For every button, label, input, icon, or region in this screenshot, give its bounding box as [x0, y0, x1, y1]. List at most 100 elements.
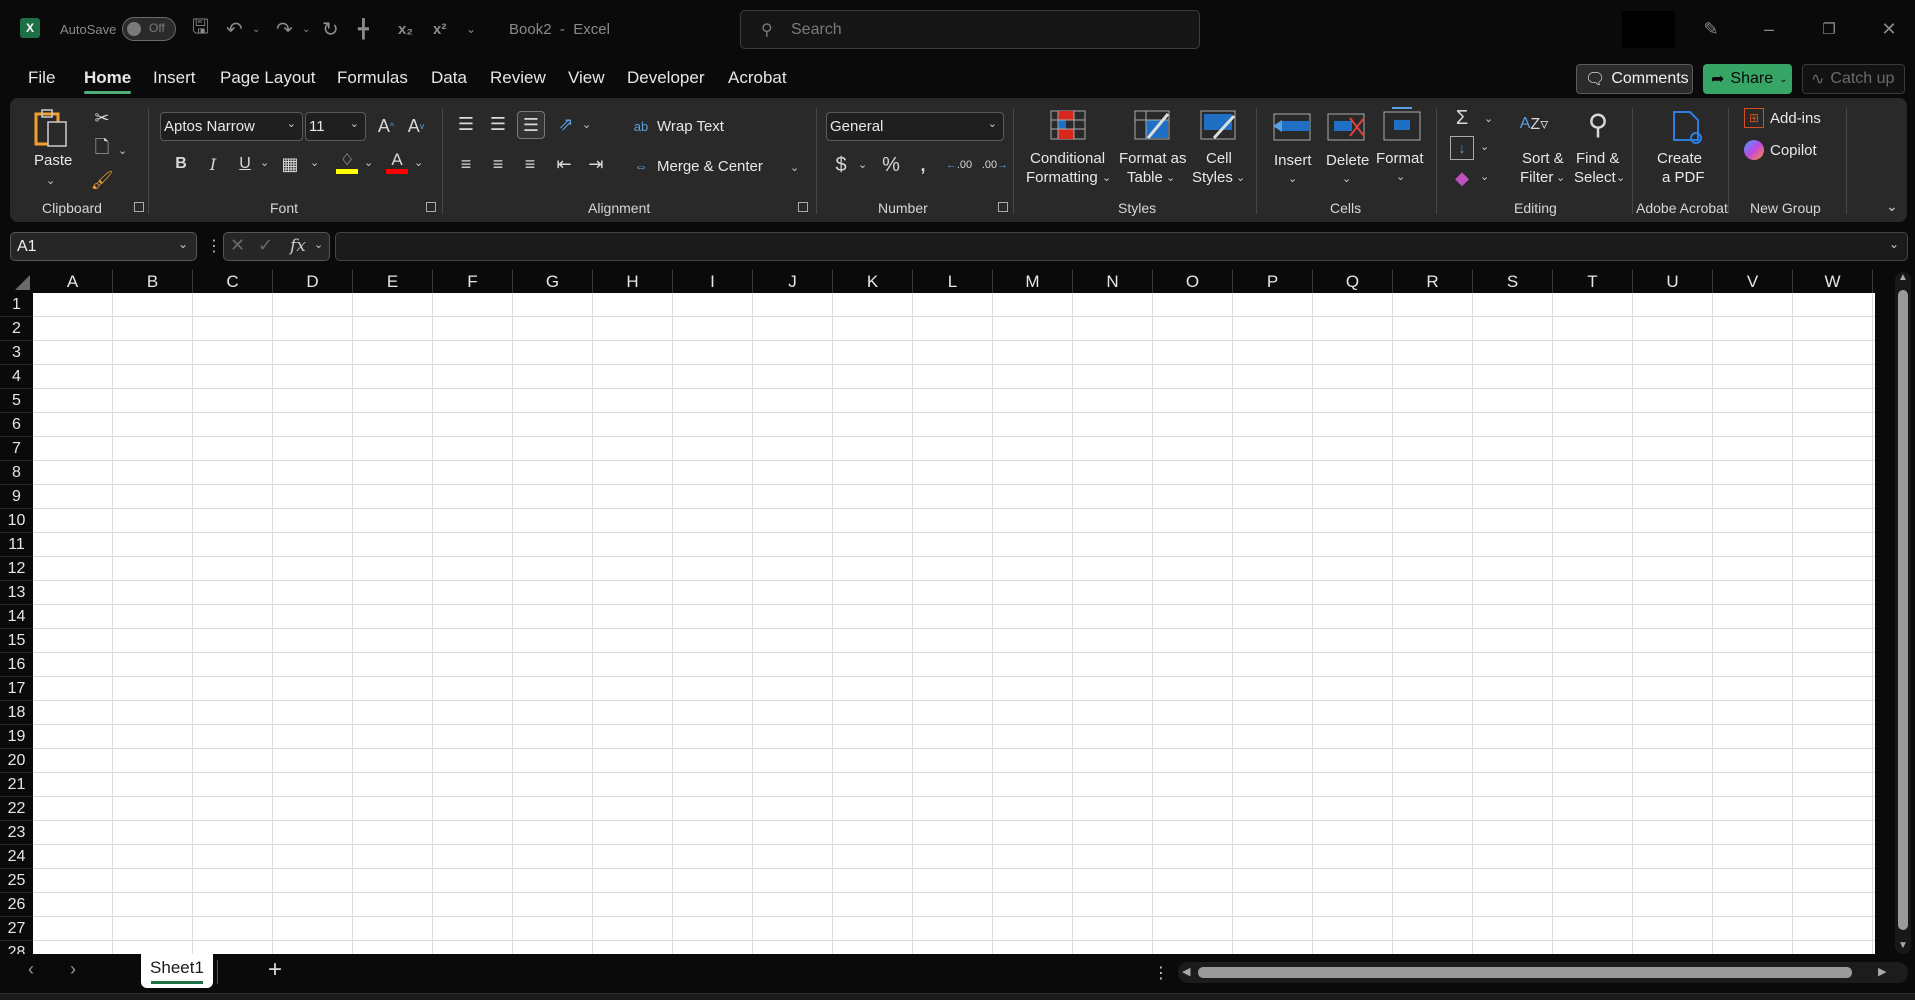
row-header[interactable]: 6: [0, 413, 33, 437]
font-color-dropdown-icon[interactable]: ⌄: [414, 156, 423, 169]
next-sheet-icon[interactable]: ›: [70, 959, 76, 980]
horizontal-scroll-thumb[interactable]: [1198, 967, 1852, 978]
decrease-decimal-icon[interactable]: .00 →: [982, 152, 1008, 178]
row-header[interactable]: 14: [0, 605, 33, 629]
fill-color-icon[interactable]: ♢: [336, 150, 358, 174]
column-header[interactable]: O: [1153, 270, 1233, 293]
find-select-line2[interactable]: Select: [1574, 169, 1616, 186]
row-header[interactable]: 3: [0, 341, 33, 365]
create-pdf-line1[interactable]: Create: [1657, 150, 1702, 167]
conditional-formatting-line1[interactable]: Conditional: [1030, 150, 1105, 167]
copy-dropdown-icon[interactable]: ⌄: [118, 144, 127, 157]
number-format-combo[interactable]: General ⌄: [826, 112, 1004, 141]
paste-dropdown-icon[interactable]: ⌄: [46, 174, 55, 187]
sort-filter-line1[interactable]: Sort &: [1522, 150, 1564, 167]
column-header[interactable]: F: [433, 270, 513, 293]
row-header[interactable]: 1: [0, 293, 33, 317]
decrease-indent-icon[interactable]: ⇤: [552, 152, 576, 176]
row-header[interactable]: 16: [0, 653, 33, 677]
merge-center-button[interactable]: Merge & Center: [657, 158, 763, 175]
row-header[interactable]: 21: [0, 773, 33, 797]
currency-button[interactable]: $: [830, 152, 852, 178]
alignment-launcher-icon[interactable]: [798, 202, 808, 212]
scroll-up-icon[interactable]: ▲: [1898, 272, 1908, 283]
orientation-icon[interactable]: ⇗: [554, 112, 578, 136]
cell-styles-line2[interactable]: Styles: [1192, 169, 1233, 186]
chevron-down-icon[interactable]: ⌄: [178, 237, 188, 251]
chevron-down-icon[interactable]: ⌄: [1102, 171, 1111, 184]
column-header[interactable]: B: [113, 270, 193, 293]
row-header[interactable]: 24: [0, 845, 33, 869]
borders-dropdown-icon[interactable]: ⌄: [310, 156, 319, 169]
tab-insert[interactable]: Insert: [153, 68, 196, 88]
column-header[interactable]: G: [513, 270, 593, 293]
undo-icon[interactable]: ↶: [226, 14, 243, 44]
row-header[interactable]: 26: [0, 893, 33, 917]
column-header[interactable]: U: [1633, 270, 1713, 293]
close-icon[interactable]: ✕: [1874, 14, 1904, 44]
save-icon[interactable]: 🖫: [192, 14, 209, 44]
autosave-toggle[interactable]: Off: [122, 17, 176, 41]
align-right-icon[interactable]: ≡: [518, 152, 542, 176]
column-header[interactable]: A: [33, 270, 113, 293]
create-pdf-line2[interactable]: a PDF: [1662, 169, 1705, 186]
redo-icon[interactable]: ↷: [276, 14, 293, 44]
pen-icon[interactable]: ✎: [1696, 14, 1726, 44]
increase-font-size-icon[interactable]: A ^: [374, 112, 398, 140]
underline-button[interactable]: U: [234, 152, 256, 176]
scroll-right-icon[interactable]: ▶: [1878, 965, 1886, 978]
expand-formula-icon[interactable]: ⌄: [1889, 237, 1899, 251]
find-select-line1[interactable]: Find &: [1576, 150, 1619, 167]
bold-button[interactable]: B: [170, 152, 192, 176]
autosum-icon[interactable]: Σ: [1450, 106, 1474, 130]
tab-acrobat[interactable]: Acrobat: [728, 68, 787, 88]
sort-filter-line2[interactable]: Filter: [1520, 169, 1553, 186]
row-header[interactable]: 15: [0, 629, 33, 653]
row-header[interactable]: 4: [0, 365, 33, 389]
delete-button[interactable]: Delete: [1326, 152, 1369, 169]
font-size-combo[interactable]: 11 ⌄: [305, 112, 366, 141]
select-all-button[interactable]: [0, 270, 33, 293]
row-header[interactable]: 11: [0, 533, 33, 557]
scroll-left-icon[interactable]: ◀: [1182, 965, 1190, 978]
column-header[interactable]: D: [273, 270, 353, 293]
clear-dropdown-icon[interactable]: ⌄: [1480, 170, 1489, 183]
previous-sheet-icon[interactable]: ‹: [28, 959, 34, 980]
chevron-down-icon[interactable]: ⌄: [1556, 171, 1565, 184]
column-header[interactable]: S: [1473, 270, 1553, 293]
align-left-icon[interactable]: ≡: [454, 152, 478, 176]
autosum-dropdown-icon[interactable]: ⌄: [1484, 112, 1493, 125]
row-header[interactable]: 13: [0, 581, 33, 605]
row-header[interactable]: 28: [0, 941, 33, 954]
paste-icon[interactable]: [34, 108, 70, 147]
tab-page-layout[interactable]: Page Layout: [220, 68, 315, 88]
wrap-text-button[interactable]: Wrap Text: [657, 118, 724, 135]
cancel-icon[interactable]: ✕: [230, 235, 245, 256]
enter-icon[interactable]: ✓: [258, 235, 273, 256]
column-header[interactable]: E: [353, 270, 433, 293]
formula-input[interactable]: ⌄: [335, 232, 1908, 261]
chevron-down-icon[interactable]: ⌄: [314, 238, 323, 251]
search-input[interactable]: ⚲ Search: [740, 10, 1200, 49]
row-header[interactable]: 23: [0, 821, 33, 845]
minimize-icon[interactable]: –: [1754, 14, 1784, 44]
copilot-button[interactable]: Copilot: [1770, 142, 1817, 159]
borders-icon[interactable]: ╋: [358, 14, 369, 44]
chevron-down-icon[interactable]: ⌄: [1288, 172, 1297, 185]
paste-label[interactable]: Paste: [34, 152, 72, 169]
name-box[interactable]: A1 ⌄: [10, 232, 197, 261]
number-launcher-icon[interactable]: [998, 202, 1008, 212]
sheet-options-icon[interactable]: ⋮: [1153, 963, 1169, 983]
row-header[interactable]: 2: [0, 317, 33, 341]
italic-button[interactable]: I: [202, 152, 224, 176]
tab-home[interactable]: Home: [84, 68, 132, 94]
collapse-ribbon-icon[interactable]: ⌄: [1886, 198, 1898, 215]
orientation-dropdown-icon[interactable]: ⌄: [582, 118, 591, 131]
row-header[interactable]: 18: [0, 701, 33, 725]
font-launcher-icon[interactable]: [426, 202, 436, 212]
row-header[interactable]: 27: [0, 917, 33, 941]
chevron-down-icon[interactable]: ⌄: [1396, 170, 1405, 183]
row-header[interactable]: 22: [0, 797, 33, 821]
tab-review[interactable]: Review: [490, 68, 546, 88]
chevron-down-icon[interactable]: ⌄: [1236, 171, 1245, 184]
